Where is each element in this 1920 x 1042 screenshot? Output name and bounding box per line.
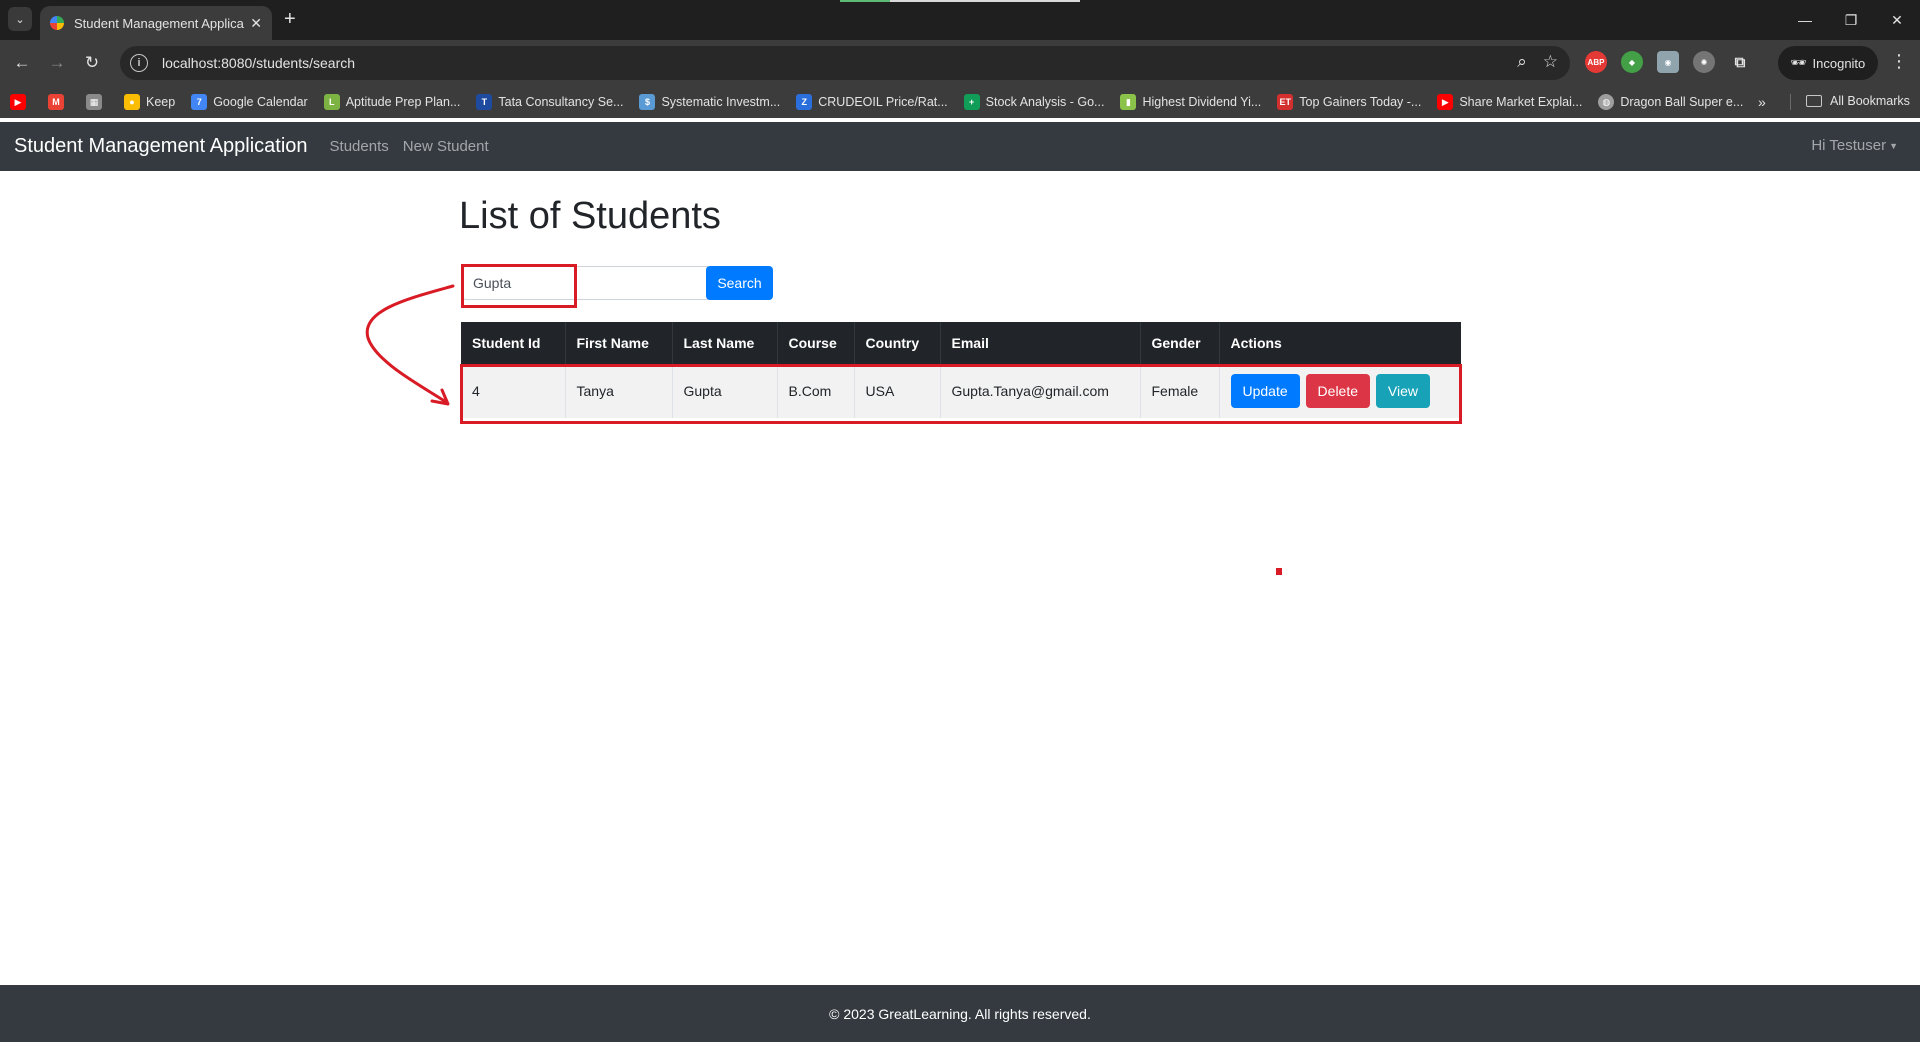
bookmark-item[interactable]: ▶ Share Market Explai... <box>1437 94 1582 110</box>
tab-search-chevron-icon[interactable]: ⌄ <box>8 7 32 31</box>
caret-down-icon: ▼ <box>1889 141 1898 152</box>
more-bookmarks-chevron-icon[interactable]: » <box>1758 94 1766 110</box>
browser-menu-icon[interactable]: ⋮ <box>1890 51 1908 72</box>
extensions-puzzle-icon[interactable]: ⧉ <box>1729 51 1751 73</box>
globe-icon: ◍ <box>1598 94 1615 110</box>
incognito-label: Incognito <box>1812 55 1866 71</box>
bookmark-item[interactable]: ▮ Highest Dividend Yi... <box>1120 94 1261 110</box>
google-calendar-icon: 7 <box>191 94 208 110</box>
extension-grey-icon[interactable]: ◉ <box>1657 51 1679 73</box>
sheets-icon: + <box>963 94 980 110</box>
annotation-dot <box>1276 568 1282 575</box>
forward-arrow-icon[interactable]: → <box>45 51 69 75</box>
bookmark-item[interactable]: $ Systematic Investm... <box>639 94 780 110</box>
crudeoil-icon: Z <box>796 94 813 110</box>
calendar-icon: ▦ <box>86 94 102 110</box>
bookmarks-bar: ▶ M ▦ ● Keep 7 Google Calendar L Aptitude P… <box>0 86 1920 118</box>
user-dropdown[interactable]: Hi Testuser ▼ <box>1811 137 1898 154</box>
tab-title: Student Management Application <box>74 15 244 31</box>
user-greeting: Hi Testuser <box>1811 137 1887 154</box>
keep-icon: ● <box>124 94 140 110</box>
close-tab-icon[interactable]: ✕ <box>250 15 262 32</box>
bookmark-item[interactable]: L Aptitude Prep Plan... <box>323 94 460 110</box>
incognito-icon: 🕶 <box>1790 55 1807 70</box>
app-navbar: Student Management Application Students … <box>0 122 1920 171</box>
bookmarks-divider <box>1790 94 1791 110</box>
adblock-extension-icon[interactable]: ABP <box>1585 51 1607 73</box>
annotation-highlight-result-row <box>460 364 1462 424</box>
page-title: List of Students <box>459 195 721 237</box>
column-header: Actions <box>1219 322 1461 364</box>
tcs-icon: T <box>476 94 493 110</box>
bookmark-item[interactable]: ● Keep <box>124 94 175 110</box>
incognito-badge[interactable]: 🕶 Incognito <box>1778 46 1878 80</box>
bookmark-item[interactable]: + Stock Analysis - Go... <box>963 94 1104 110</box>
column-header: Last Name <box>672 322 778 364</box>
search-button[interactable]: Search <box>706 266 773 300</box>
bookmark-item[interactable]: ▶ <box>10 94 32 110</box>
bookmark-item[interactable]: Z CRUDEOIL Price/Rat... <box>796 94 948 110</box>
all-bookmarks-label: All Bookmarks <box>1830 94 1910 108</box>
bookmark-item[interactable]: ◍ Dragon Ball Super e... <box>1598 94 1743 110</box>
folder-icon <box>1806 95 1822 107</box>
youtube-icon: ▶ <box>1437 94 1454 110</box>
back-arrow-icon[interactable]: ← <box>10 51 34 75</box>
et-icon: ET <box>1277 94 1294 110</box>
table-header-row: Student Id First Name Last Name Course C… <box>461 322 1461 364</box>
column-header: First Name <box>565 322 673 364</box>
youtube-icon: ▶ <box>10 94 26 110</box>
browser-toolbar: ← → ↻ i localhost:8080/students/search ⌕… <box>0 40 1920 86</box>
browser-tab-bar: ⌄ Student Management Application ✕ + — ❐… <box>0 0 1920 40</box>
bookmark-item[interactable]: 7 Google Calendar <box>191 94 308 110</box>
reload-icon[interactable]: ↻ <box>80 51 104 75</box>
bookmark-item[interactable]: ET Top Gainers Today -... <box>1277 94 1421 110</box>
browser-tab-active[interactable]: Student Management Application ✕ <box>40 6 272 40</box>
footer-copyright: © 2023 GreatLearning. All rights reserve… <box>829 1005 1091 1022</box>
investment-icon: $ <box>639 94 656 110</box>
bookmark-item[interactable]: ▦ <box>86 94 108 110</box>
address-bar[interactable]: i localhost:8080/students/search ⌕ ☆ <box>120 46 1570 80</box>
bookmark-item[interactable]: M <box>48 94 70 110</box>
close-window-icon[interactable]: ✕ <box>1874 0 1920 40</box>
aptitude-icon: L <box>323 94 340 110</box>
column-header: Course <box>777 322 855 364</box>
restore-icon[interactable]: ❐ <box>1828 0 1874 40</box>
zoom-search-icon[interactable]: ⌕ <box>1517 52 1527 72</box>
window-controls: — ❐ ✕ <box>1782 0 1920 40</box>
extension-ai-icon[interactable]: ✺ <box>1693 51 1715 73</box>
new-tab-plus-icon[interactable]: + <box>284 8 296 30</box>
all-bookmarks-button[interactable]: All Bookmarks <box>1806 94 1910 108</box>
bookmark-item[interactable]: T Tata Consultancy Se... <box>476 94 623 110</box>
loading-progress-strip <box>840 0 1080 2</box>
extension-green-icon[interactable]: ◆ <box>1621 51 1643 73</box>
url-text[interactable]: localhost:8080/students/search <box>162 55 355 71</box>
minimize-icon[interactable]: — <box>1782 0 1828 40</box>
bookmark-star-icon[interactable]: ☆ <box>1543 52 1558 72</box>
nav-link-new-student[interactable]: New Student <box>403 138 489 155</box>
column-header: Email <box>940 322 1141 364</box>
nav-link-students[interactable]: Students <box>330 138 389 155</box>
navbar-brand[interactable]: Student Management Application <box>14 135 308 158</box>
column-header: Gender <box>1140 322 1220 364</box>
annotation-arrow-icon <box>365 284 455 406</box>
extensions-area: ABP ◆ ◉ ✺ ⧉ <box>1585 51 1751 73</box>
gmail-icon: M <box>48 94 64 110</box>
page-footer: © 2023 GreatLearning. All rights reserve… <box>0 985 1920 1042</box>
app-favicon-icon <box>50 16 64 30</box>
bar-chart-icon: ▮ <box>1120 94 1137 110</box>
column-header: Country <box>854 322 941 364</box>
site-info-icon[interactable]: i <box>130 54 148 72</box>
